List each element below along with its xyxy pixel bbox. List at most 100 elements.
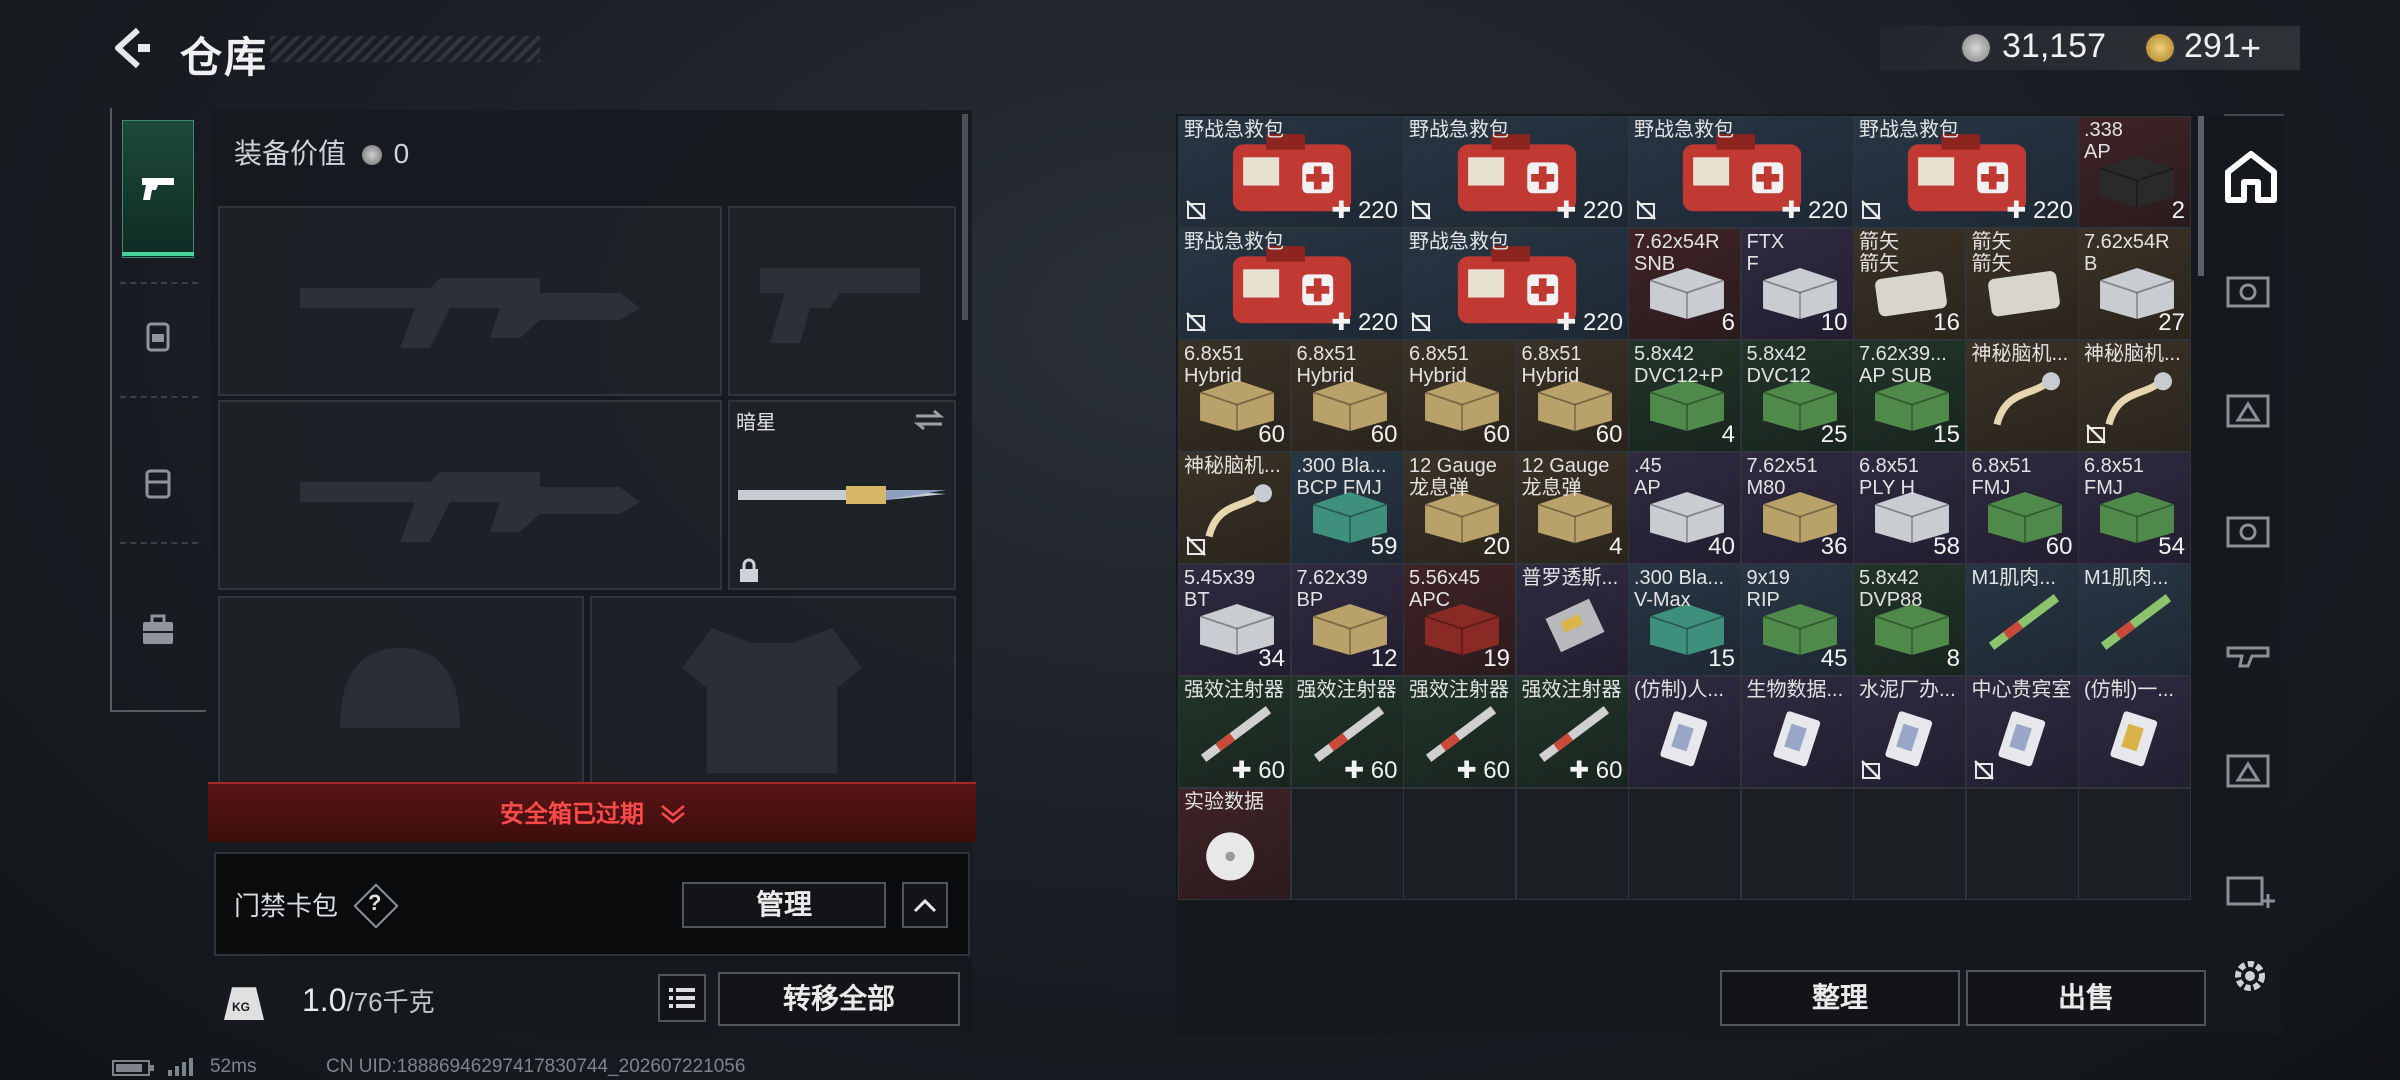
- inventory-item[interactable]: (仿制)人...: [1628, 676, 1741, 788]
- nav-tab-briefcase[interactable]: [138, 610, 178, 650]
- swap-icon[interactable]: [914, 408, 944, 432]
- inventory-item[interactable]: 野战急救包 ✚ 220: [1178, 228, 1404, 340]
- inventory-item[interactable]: 强效注射器 ✚ 60: [1290, 676, 1404, 788]
- add-currency-button[interactable]: +: [2240, 27, 2261, 69]
- primary-weapon-slot[interactable]: [218, 206, 722, 396]
- inventory-item[interactable]: 6.8x51 Hybrid 60: [1515, 340, 1629, 452]
- item-name: 野战急救包: [1859, 119, 1959, 141]
- inventory-item[interactable]: 箭矢 箭矢 16: [1853, 228, 1966, 340]
- inventory-item[interactable]: 6.8x51 FMJ 54: [2078, 452, 2191, 564]
- inventory-item[interactable]: 7.62x54R SNB 6: [1628, 228, 1741, 340]
- inventory-item[interactable]: .300 Bla... V-Max 15: [1628, 564, 1741, 676]
- nav-tab-backpack[interactable]: [138, 462, 178, 502]
- inventory-item[interactable]: 神秘脑机...: [1178, 452, 1291, 564]
- inventory-item[interactable]: .300 Bla... BCP FMJ 59: [1290, 452, 1404, 564]
- inventory-item[interactable]: 神秘脑机...: [1965, 340, 2079, 452]
- item-name: 野战急救包: [1634, 119, 1734, 141]
- item-count: 15: [1708, 645, 1735, 672]
- empty-slot[interactable]: [1965, 788, 2079, 900]
- inventory-item[interactable]: 9x19 RIP 45: [1740, 564, 1854, 676]
- inventory-item[interactable]: 实验数据: [1178, 788, 1291, 900]
- inventory-item[interactable]: 7.62x39 BP 12: [1290, 564, 1404, 676]
- inventory-item[interactable]: 普罗透斯...: [1515, 564, 1629, 676]
- empty-slot[interactable]: [2078, 788, 2191, 900]
- inventory-item[interactable]: 6.8x51 Hybrid 60: [1403, 340, 1516, 452]
- inventory-item[interactable]: 强效注射器 ✚ 60: [1515, 676, 1629, 788]
- sort-button[interactable]: 整理: [1720, 970, 1960, 1026]
- inventory-item[interactable]: 强效注射器 ✚ 60: [1403, 676, 1516, 788]
- inventory-item[interactable]: 6.8x51 Hybrid 60: [1290, 340, 1404, 452]
- inventory-item[interactable]: 5.8x42 DVC12 25: [1740, 340, 1854, 452]
- inventory-item[interactable]: 5.45x39 BT 34: [1178, 564, 1291, 676]
- empty-slot[interactable]: [1290, 788, 1404, 900]
- inventory-item[interactable]: 野战急救包 ✚ 220: [1403, 116, 1629, 228]
- inventory-item[interactable]: 12 Gauge 龙息弹 4: [1515, 452, 1629, 564]
- access-card-icon: [1660, 711, 1708, 767]
- inventory-item[interactable]: 6.8x51 FMJ 60: [1965, 452, 2079, 564]
- inventory-item[interactable]: 野战急救包 ✚ 220: [1628, 116, 1854, 228]
- pistol-silhouette-icon: [760, 268, 920, 343]
- weight-readout: 1.0/76千克: [302, 982, 435, 1019]
- inventory-item[interactable]: .338 AP 2: [2078, 116, 2191, 228]
- inventory-item[interactable]: 7.62x51 M80 36: [1740, 452, 1854, 564]
- case-tier-iv-alt-icon[interactable]: [2224, 508, 2278, 552]
- helmet-slot[interactable]: [218, 596, 584, 790]
- help-icon[interactable]: ?: [368, 890, 381, 916]
- case-tier-ii-add-icon[interactable]: [2224, 868, 2278, 912]
- chevron-down-icon: [660, 805, 685, 824]
- inventory-item[interactable]: (仿制)一...: [2078, 676, 2191, 788]
- inventory-item[interactable]: 7.62x54R B 27: [2078, 228, 2191, 340]
- inventory-side-tabs: [2204, 114, 2288, 1034]
- melee-slot[interactable]: 暗星: [728, 400, 956, 590]
- inventory-item[interactable]: 强效注射器 ✚ 60: [1178, 676, 1291, 788]
- inventory-item[interactable]: 5.8x42 DVP88 8: [1853, 564, 1966, 676]
- manage-button[interactable]: 管理: [682, 882, 886, 928]
- list-icon: [669, 988, 695, 1008]
- empty-slot[interactable]: [1740, 788, 1854, 900]
- item-name: 野战急救包: [1184, 231, 1284, 253]
- inventory-item[interactable]: 7.62x39... AP SUB 15: [1853, 340, 1966, 452]
- pistol-slot[interactable]: [728, 206, 956, 396]
- transfer-all-button[interactable]: 转移全部: [718, 972, 960, 1026]
- inventory-item[interactable]: .45 AP 40: [1628, 452, 1741, 564]
- inventory-item[interactable]: 野战急救包 ✚ 220: [1178, 116, 1404, 228]
- inventory-item[interactable]: 野战急救包 ✚ 220: [1403, 228, 1629, 340]
- inventory-item[interactable]: 6.8x51 PLY H 58: [1853, 452, 1966, 564]
- inventory-item[interactable]: 6.8x51 Hybrid 60: [1178, 340, 1291, 452]
- back-arrow-icon[interactable]: [108, 24, 156, 72]
- inventory-item[interactable]: 野战急救包 ✚ 220: [1853, 116, 2079, 228]
- sell-button[interactable]: 出售: [1966, 970, 2206, 1026]
- empty-slot[interactable]: [1853, 788, 1966, 900]
- case-tier-iii-rifle-icon[interactable]: [2224, 628, 2278, 672]
- armor-slot[interactable]: [590, 596, 956, 790]
- secondary-weapon-slot[interactable]: [218, 400, 722, 590]
- list-view-button[interactable]: [658, 974, 706, 1022]
- weight-icon-text: KG: [232, 1000, 250, 1014]
- empty-slot[interactable]: [1403, 788, 1516, 900]
- inventory-item[interactable]: 生物数据...: [1740, 676, 1854, 788]
- loadout-scrollbar[interactable]: [962, 114, 968, 320]
- inventory-item[interactable]: 箭矢 箭矢: [1965, 228, 2079, 340]
- access-card-icon: [1772, 711, 1820, 767]
- case-tier-iii-b-icon[interactable]: [2224, 748, 2278, 792]
- case-tier-iv-icon[interactable]: [2224, 268, 2278, 312]
- expand-card-pack-button[interactable]: [902, 882, 948, 928]
- inventory-item[interactable]: 5.8x42 DVC12+P 4: [1628, 340, 1741, 452]
- inventory-item[interactable]: 中心贵宾室: [1965, 676, 2079, 788]
- empty-slot[interactable]: [1515, 788, 1629, 900]
- inventory-item[interactable]: 12 Gauge 龙息弹 20: [1403, 452, 1516, 564]
- armor-silhouette-icon: [682, 628, 862, 773]
- inventory-item[interactable]: M1肌肉...: [1965, 564, 2079, 676]
- inventory-item[interactable]: 神秘脑机...: [2078, 340, 2191, 452]
- inventory-item[interactable]: M1肌肉...: [2078, 564, 2191, 676]
- nav-tab-gear[interactable]: [138, 316, 178, 356]
- safe-box-expired-text[interactable]: 安全箱已过期: [500, 794, 687, 829]
- equip-value: 装备价值 0: [234, 132, 409, 172]
- inventory-item[interactable]: 5.56x45 APC 19: [1403, 564, 1516, 676]
- settings-gear-icon[interactable]: [2228, 954, 2272, 998]
- storage-home-icon[interactable]: [2224, 150, 2278, 204]
- case-tier-iii-icon[interactable]: [2224, 388, 2278, 432]
- empty-slot[interactable]: [1628, 788, 1741, 900]
- inventory-item[interactable]: 水泥厂办...: [1853, 676, 1966, 788]
- inventory-item[interactable]: FTX F 10: [1740, 228, 1854, 340]
